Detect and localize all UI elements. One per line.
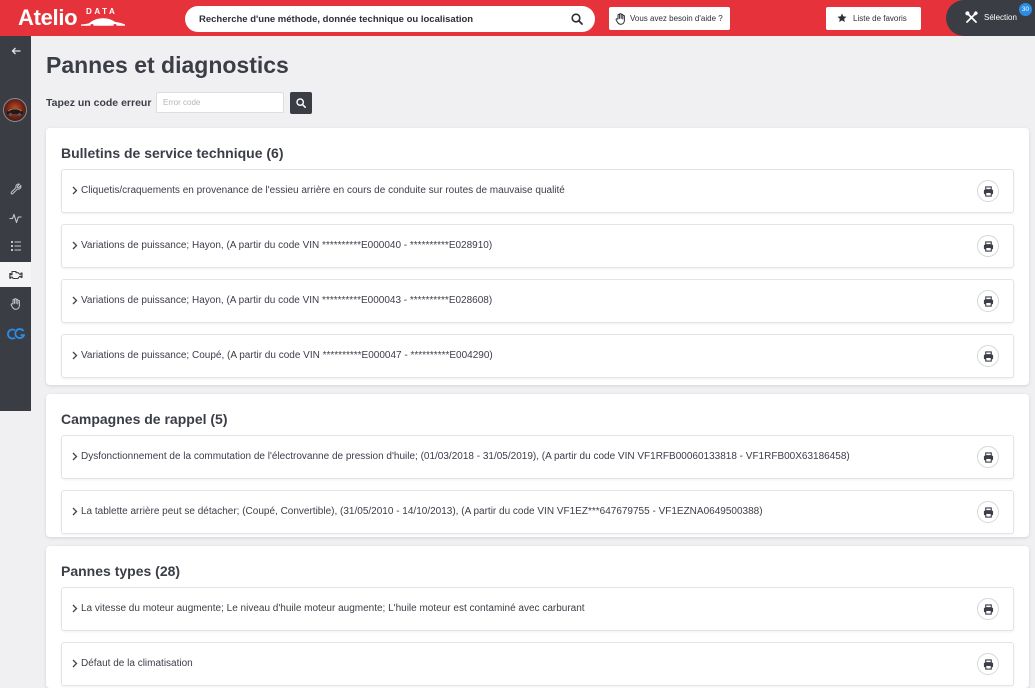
help-button-label: Vous avez besoin d'aide ?	[630, 14, 723, 23]
atelio-data-logo[interactable]: Atelio DATA	[18, 4, 128, 32]
chevron-right-icon	[72, 604, 78, 613]
car-logo-icon	[81, 18, 125, 27]
favorites-button[interactable]: Liste de favoris	[826, 7, 921, 30]
fault-row[interactable]: Défaut de la climatisation	[61, 642, 1014, 686]
global-search-input[interactable]	[199, 6, 564, 32]
print-button[interactable]	[977, 345, 999, 367]
printer-icon	[983, 658, 993, 670]
pulse-icon	[9, 213, 22, 223]
section-recall-campaigns: Campagnes de rappel (5) Dysfonctionnemen…	[46, 394, 1029, 537]
printer-icon	[983, 350, 993, 362]
chevron-right-icon	[72, 507, 78, 516]
error-code-input[interactable]	[156, 92, 284, 113]
bulletin-row[interactable]: Variations de puissance; Hayon, (A parti…	[61, 224, 1014, 268]
chevron-right-icon	[72, 452, 78, 461]
star-icon	[837, 13, 847, 22]
print-button[interactable]	[977, 290, 999, 312]
engine-icon	[8, 270, 23, 279]
error-code-label: Tapez un code erreur	[46, 97, 152, 109]
section-title: Bulletins de service technique (6)	[61, 145, 284, 161]
logo-subtitle: DATA	[86, 7, 118, 16]
chevron-right-icon	[72, 186, 78, 195]
selection-count-badge: 30	[1019, 3, 1032, 16]
sidebar-item-cg[interactable]	[0, 321, 31, 346]
row-label: Variations de puissance; Coupé, (A parti…	[81, 350, 493, 361]
top-header: Atelio DATA Vous avez besoin d'aide ? Li…	[0, 0, 1035, 36]
bulletin-row[interactable]: Cliquetis/craquements en provenance de l…	[61, 169, 1014, 213]
logo-wordmark: Atelio	[18, 5, 78, 30]
selection-label: Sélection	[984, 13, 1017, 22]
printer-icon	[983, 451, 993, 463]
sidebar	[0, 36, 31, 411]
print-button[interactable]	[977, 180, 999, 202]
sidebar-item-help[interactable]	[0, 291, 31, 316]
favorites-button-label: Liste de favoris	[853, 14, 907, 23]
section-title: Pannes types (28)	[61, 563, 181, 579]
sidebar-item-checklist[interactable]	[0, 233, 31, 258]
section-title: Campagnes de rappel (5)	[61, 411, 228, 427]
row-label: Défaut de la climatisation	[81, 658, 193, 669]
hand-icon	[10, 297, 20, 310]
sidebar-item-back[interactable]	[0, 38, 31, 63]
vehicle-avatar[interactable]	[3, 98, 27, 122]
search-icon	[296, 98, 306, 108]
print-button[interactable]	[977, 501, 999, 523]
recall-row[interactable]: La tablette arrière peut se détacher; (C…	[61, 490, 1014, 534]
printer-icon	[983, 506, 993, 518]
search-icon[interactable]	[571, 13, 583, 25]
fault-row[interactable]: La vitesse du moteur augmente; Le niveau…	[61, 587, 1014, 631]
hand-icon	[615, 13, 625, 25]
bulletin-row[interactable]: Variations de puissance; Hayon, (A parti…	[61, 279, 1014, 323]
row-label: Dysfonctionnement de la commutation de l…	[81, 451, 850, 462]
print-button[interactable]	[977, 446, 999, 468]
row-label: Variations de puissance; Hayon, (A parti…	[81, 240, 493, 251]
chevron-right-icon	[72, 296, 78, 305]
chevron-right-icon	[72, 241, 78, 250]
print-button[interactable]	[977, 235, 999, 257]
selection-button[interactable]: Sélection 30	[946, 0, 1035, 36]
print-button[interactable]	[977, 598, 999, 620]
section-common-faults: Pannes types (28) La vitesse du moteur a…	[46, 546, 1029, 688]
wrench-icon	[10, 183, 21, 194]
printer-icon	[983, 603, 993, 615]
print-button[interactable]	[977, 653, 999, 675]
printer-icon	[983, 185, 993, 197]
help-button[interactable]: Vous avez besoin d'aide ?	[609, 7, 730, 30]
section-service-bulletins: Bulletins de service technique (6) Cliqu…	[46, 128, 1029, 385]
recall-row[interactable]: Dysfonctionnement de la commutation de l…	[61, 435, 1014, 479]
global-search-bar	[185, 6, 595, 32]
checklist-icon	[10, 240, 21, 251]
cg-logo-icon	[6, 327, 25, 339]
sidebar-item-faults[interactable]	[0, 262, 31, 287]
printer-icon	[983, 295, 993, 307]
printer-icon	[983, 240, 993, 252]
row-label: Variations de puissance; Hayon, (A parti…	[81, 295, 493, 306]
chevron-right-icon	[72, 351, 78, 360]
tools-icon	[965, 11, 978, 23]
row-label: La vitesse du moteur augmente; Le niveau…	[81, 603, 585, 614]
page-title: Pannes et diagnostics	[46, 52, 289, 78]
back-arrow-icon	[11, 47, 20, 54]
row-label: La tablette arrière peut se détacher; (C…	[81, 506, 763, 517]
chevron-right-icon	[72, 659, 78, 668]
row-label: Cliquetis/craquements en provenance de l…	[81, 185, 565, 196]
bulletin-row[interactable]: Variations de puissance; Coupé, (A parti…	[61, 334, 1014, 378]
error-code-search-button[interactable]	[290, 92, 312, 114]
sidebar-item-maintenance[interactable]	[0, 176, 31, 201]
sidebar-item-diagnostics[interactable]	[0, 205, 31, 230]
